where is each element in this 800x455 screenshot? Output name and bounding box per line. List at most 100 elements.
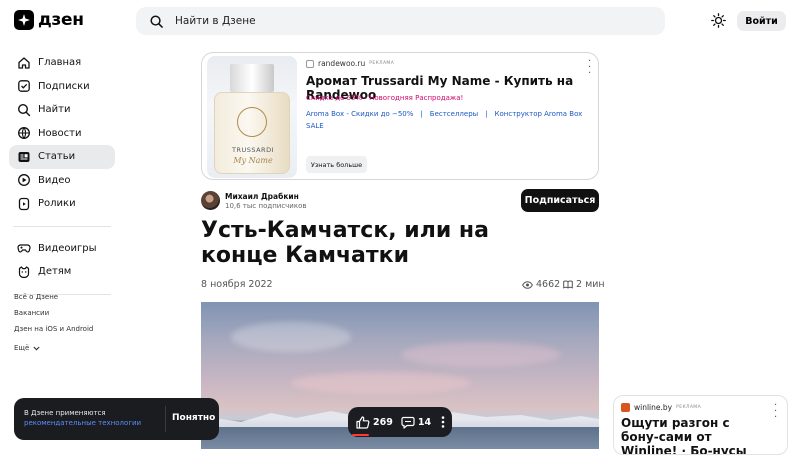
cloud bbox=[401, 342, 561, 367]
search-icon bbox=[17, 103, 31, 116]
site-favicon-icon bbox=[306, 59, 314, 68]
sidebar-item-shorts[interactable]: Ролики bbox=[9, 192, 115, 216]
theme-toggle-icon[interactable] bbox=[711, 13, 726, 28]
cookie-link[interactable]: рекомендательные технологии bbox=[24, 419, 141, 427]
comments-count: 14 bbox=[417, 416, 432, 428]
thumbs-up-icon bbox=[356, 415, 370, 429]
likes-count: 269 bbox=[373, 416, 393, 428]
cookie-notice: В Дзене применяются рекомендательные тех… bbox=[14, 398, 219, 440]
ad-card[interactable]: TRUSSARDI My Name randewoo.ru реклама Ар… bbox=[201, 52, 599, 180]
views-count: 4662 bbox=[536, 279, 561, 290]
shorts-icon bbox=[18, 197, 30, 210]
footer-more-label: Ещё bbox=[14, 343, 30, 352]
reading-progress-bar bbox=[352, 434, 369, 436]
article-views: 4662 bbox=[522, 279, 560, 290]
home-icon bbox=[18, 57, 30, 69]
articles-icon bbox=[18, 151, 30, 162]
search-input[interactable]: Найти в Дзене bbox=[136, 7, 665, 35]
kids-icon bbox=[18, 266, 30, 278]
search-icon bbox=[150, 14, 163, 28]
side-ad-title[interactable]: Ощути разгон с бону-сами от Winline! · Б… bbox=[621, 416, 771, 454]
login-button[interactable]: Войти bbox=[737, 11, 786, 31]
subscriptions-icon bbox=[18, 80, 30, 93]
logo-text: дзен bbox=[38, 10, 84, 30]
author-name[interactable]: Михаил Драбкин bbox=[225, 192, 299, 201]
sidebar-item-label: Новости bbox=[38, 127, 82, 139]
sidebar-item-label: Найти bbox=[38, 104, 71, 116]
sidebar-item-label: Ролики bbox=[38, 198, 76, 210]
eye-icon bbox=[522, 280, 533, 289]
bottle-script-text: My Name bbox=[233, 156, 273, 165]
subscribe-button[interactable]: Подписаться bbox=[521, 189, 599, 212]
read-time: 2 мин bbox=[576, 279, 605, 290]
side-ad-source: winline.by реклама bbox=[621, 403, 701, 412]
sidebar-item-label: Детям bbox=[38, 266, 72, 278]
footer-link-apps[interactable]: Дзен на iOS и Android bbox=[14, 324, 93, 340]
ad-domain: randewoo.ru bbox=[318, 59, 366, 68]
ad-sitelink[interactable]: SALE bbox=[306, 122, 324, 130]
book-icon bbox=[563, 280, 573, 289]
cloud bbox=[291, 372, 471, 394]
link-separator: | bbox=[485, 110, 488, 118]
side-ad-card[interactable]: winline.by реклама Ощути разгон с бону-с… bbox=[613, 395, 788, 455]
article-title: Усть-Камчатск, или на конце Камчатки bbox=[201, 218, 489, 268]
sidebar-item-video[interactable]: Видео bbox=[9, 169, 115, 193]
dzen-logo[interactable]: дзен bbox=[14, 10, 84, 30]
footer-link-jobs[interactable]: Вакансии bbox=[14, 308, 93, 324]
ad-subtitle[interactable]: Скидка до 55% - Новогодняя Распродажа! bbox=[306, 94, 463, 102]
news-icon bbox=[18, 127, 30, 140]
side-ad-label: реклама bbox=[676, 405, 702, 410]
dzen-logo-icon bbox=[14, 10, 34, 30]
cookie-text: В Дзене применяются bbox=[24, 409, 106, 417]
ad-product-image[interactable]: TRUSSARDI My Name bbox=[207, 56, 297, 178]
author-avatar[interactable] bbox=[201, 191, 220, 210]
gamepad-icon bbox=[17, 244, 31, 253]
sidebar-footer-links: Всё о Дзене Вакансии Дзен на iOS и Andro… bbox=[14, 292, 93, 356]
comment-icon bbox=[401, 416, 415, 429]
sidebar-item-articles[interactable]: Статьи bbox=[9, 145, 115, 169]
ad-learn-more-button[interactable]: Узнать больше bbox=[306, 156, 367, 173]
chevron-down-icon bbox=[33, 346, 40, 350]
more-options-icon[interactable]: · · · bbox=[774, 401, 777, 423]
article-date: 8 ноября 2022 bbox=[201, 279, 273, 290]
perfume-bottle: TRUSSARDI My Name bbox=[214, 92, 290, 174]
video-icon bbox=[18, 174, 30, 187]
sidebar-item-news[interactable]: Новости bbox=[9, 122, 115, 146]
footer-link-about[interactable]: Всё о Дзене bbox=[14, 292, 93, 308]
ad-label: реклама bbox=[369, 61, 395, 66]
ad-source[interactable]: randewoo.ru реклама bbox=[306, 59, 394, 68]
winline-favicon-icon bbox=[621, 403, 630, 412]
article-read-time: 2 мин bbox=[563, 279, 605, 290]
more-actions-button[interactable] bbox=[441, 416, 445, 428]
more-options-icon[interactable]: · · · bbox=[588, 57, 591, 79]
ad-sitelink[interactable]: Aroma Box - Скидки до −50% bbox=[306, 110, 413, 118]
sidebar-item-find[interactable]: Найти bbox=[9, 98, 115, 122]
link-separator: | bbox=[420, 110, 423, 118]
cookie-divider bbox=[165, 406, 166, 432]
sidebar-nav: Главная Подписки Найти Новости Статьи Ви… bbox=[9, 51, 115, 305]
bottle-brand-text: TRUSSARDI bbox=[231, 146, 274, 154]
sidebar-item-label: Главная bbox=[38, 57, 82, 69]
article-action-bar: 269 14 bbox=[348, 407, 452, 437]
bottle-emblem bbox=[237, 107, 267, 137]
sidebar-item-label: Видео bbox=[38, 174, 71, 186]
footer-link-more[interactable]: Ещё bbox=[14, 340, 93, 356]
like-button[interactable]: 269 bbox=[356, 415, 393, 429]
cookie-accept-button[interactable]: Понятно bbox=[172, 413, 215, 423]
cloud bbox=[231, 322, 351, 352]
sidebar-item-home[interactable]: Главная bbox=[9, 51, 115, 75]
side-ad-domain: winline.by bbox=[634, 403, 673, 412]
bottle-cap bbox=[230, 64, 274, 92]
sidebar-item-games[interactable]: Видеоигры bbox=[9, 237, 115, 261]
sidebar-divider bbox=[13, 225, 111, 227]
ad-sitelink[interactable]: Бестселлеры bbox=[430, 110, 478, 118]
comments-button[interactable]: 14 bbox=[401, 416, 431, 429]
ad-sitelink[interactable]: Конструктор Aroma Box bbox=[495, 110, 583, 118]
sidebar-item-label: Статьи bbox=[38, 151, 76, 163]
more-vertical-icon bbox=[441, 416, 445, 428]
sidebar-item-label: Подписки bbox=[38, 80, 90, 92]
sidebar-item-label: Видеоигры bbox=[38, 242, 97, 254]
sidebar-item-subscriptions[interactable]: Подписки bbox=[9, 75, 115, 99]
author-subscribers: 10,6 тыс подписчиков bbox=[225, 202, 307, 210]
sidebar-item-kids[interactable]: Детям bbox=[9, 260, 115, 284]
